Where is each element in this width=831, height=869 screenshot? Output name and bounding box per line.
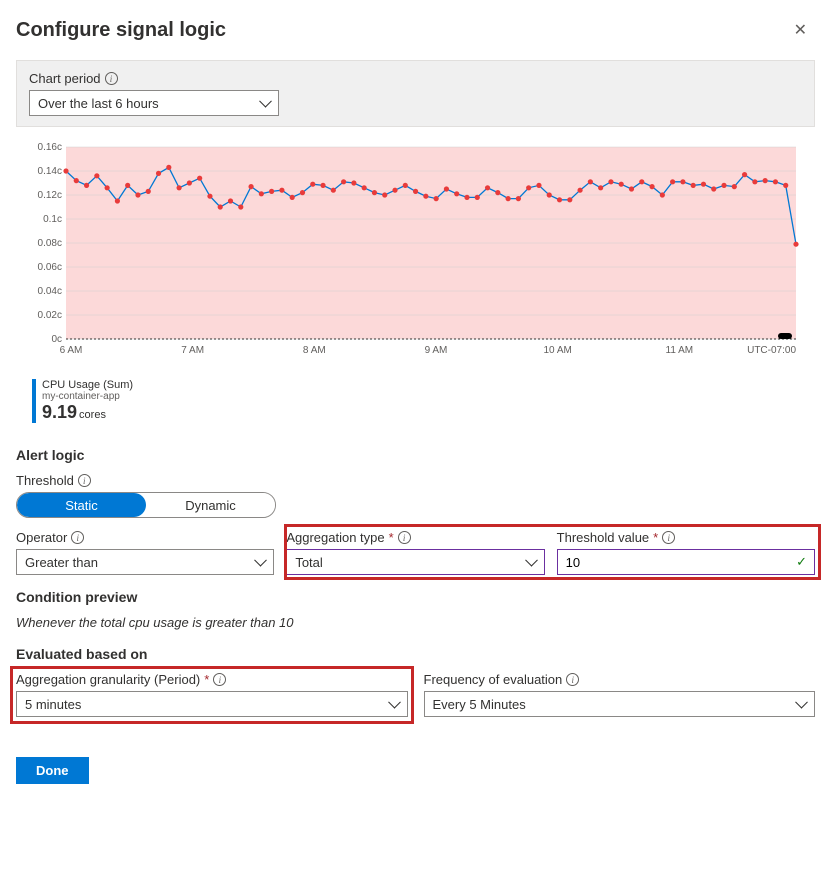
- done-button[interactable]: Done: [16, 757, 89, 784]
- aggregation-type-value: Total: [295, 555, 322, 570]
- threshold-label: Threshold: [16, 473, 74, 488]
- aggregation-type-label: Aggregation type: [286, 530, 384, 545]
- svg-text:7 AM: 7 AM: [181, 345, 204, 356]
- svg-text:0.1c: 0.1c: [43, 214, 62, 225]
- svg-text:0.16c: 0.16c: [38, 142, 62, 153]
- page-title: Configure signal logic: [16, 19, 226, 42]
- svg-text:8 AM: 8 AM: [303, 345, 326, 356]
- required-indicator: *: [389, 530, 394, 545]
- check-icon: ✓: [796, 554, 807, 570]
- frequency-select[interactable]: Every 5 Minutes: [424, 691, 816, 717]
- info-icon[interactable]: i: [71, 531, 84, 544]
- svg-text:0.14c: 0.14c: [38, 166, 62, 177]
- info-icon[interactable]: i: [398, 531, 411, 544]
- info-icon[interactable]: i: [105, 72, 118, 85]
- svg-text:0.06c: 0.06c: [38, 262, 62, 273]
- svg-text:9 AM: 9 AM: [425, 345, 448, 356]
- condition-preview-text: Whenever the total cpu usage is greater …: [16, 615, 815, 630]
- operator-label: Operator: [16, 530, 67, 545]
- granularity-select[interactable]: 5 minutes: [16, 691, 408, 717]
- alert-logic-heading: Alert logic: [16, 447, 815, 463]
- frequency-label: Frequency of evaluation: [424, 672, 563, 687]
- chart-legend: CPU Usage (Sum) my-container-app 9.19cor…: [32, 379, 815, 423]
- operator-select[interactable]: Greater than: [16, 549, 274, 575]
- svg-text:0.04c: 0.04c: [38, 286, 62, 297]
- legend-resource-name: my-container-app: [42, 391, 133, 402]
- granularity-label: Aggregation granularity (Period): [16, 672, 200, 687]
- threshold-toggle[interactable]: Static Dynamic: [16, 492, 276, 518]
- threshold-value-label: Threshold value: [557, 530, 650, 545]
- svg-text:0c: 0c: [51, 334, 62, 345]
- condition-preview-heading: Condition preview: [16, 589, 815, 605]
- info-icon[interactable]: i: [213, 673, 226, 686]
- info-icon[interactable]: i: [78, 474, 91, 487]
- svg-text:0.02c: 0.02c: [38, 310, 62, 321]
- required-indicator: *: [653, 530, 658, 545]
- legend-metric-name: CPU Usage (Sum): [42, 379, 133, 391]
- evaluated-heading: Evaluated based on: [16, 646, 815, 662]
- required-indicator: *: [204, 672, 209, 687]
- threshold-value-input[interactable]: [557, 549, 815, 575]
- svg-text:0.08c: 0.08c: [38, 238, 62, 249]
- chart-period-label: Chart period: [29, 71, 101, 86]
- legend-summary-value: 9.19: [42, 402, 77, 422]
- threshold-dynamic-option[interactable]: Dynamic: [146, 493, 275, 517]
- legend-color-bar: [32, 379, 36, 423]
- legend-summary-unit: cores: [79, 409, 106, 421]
- info-icon[interactable]: i: [566, 673, 579, 686]
- close-icon[interactable]: ✕: [786, 16, 815, 44]
- chart-period-value: Over the last 6 hours: [38, 96, 159, 111]
- threshold-static-option[interactable]: Static: [17, 493, 146, 517]
- svg-text:10 AM: 10 AM: [543, 345, 571, 356]
- svg-text:6 AM: 6 AM: [60, 345, 83, 356]
- metric-chart: 0c 0.02c 0.04c 0.06c 0.08c 0.1c 0.12c 0.14c 0.16…: [26, 139, 815, 369]
- chart-period-panel: Chart period i Over the last 6 hours: [16, 60, 815, 127]
- granularity-value: 5 minutes: [25, 697, 81, 712]
- info-icon[interactable]: i: [662, 531, 675, 544]
- operator-value: Greater than: [25, 555, 98, 570]
- frequency-value: Every 5 Minutes: [433, 697, 526, 712]
- chart-period-select[interactable]: Over the last 6 hours: [29, 90, 279, 116]
- svg-text:11 AM: 11 AM: [666, 345, 694, 356]
- svg-text:0.12c: 0.12c: [38, 190, 62, 201]
- aggregation-type-select[interactable]: Total: [286, 549, 544, 575]
- svg-text:UTC-07:00: UTC-07:00: [747, 345, 796, 356]
